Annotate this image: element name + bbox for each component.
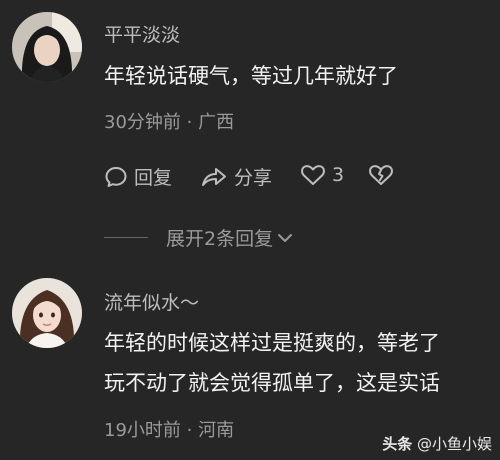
watermark-account: @小鱼小娱 (416, 435, 492, 453)
comment-text: 年轻说话硬气，等过几年就好了 (104, 64, 398, 88)
watermark: 头条 @小鱼小娱 (382, 433, 492, 454)
username[interactable]: 平平淡淡 (104, 20, 180, 47)
user-avatar-photo-icon (12, 12, 82, 82)
reply-button[interactable]: 回复 (104, 163, 172, 190)
share-button[interactable]: 分享 (200, 163, 272, 190)
reply-label: 回复 (134, 167, 173, 189)
expand-replies-button[interactable]: 展开2条回复 (104, 224, 293, 251)
avatar[interactable] (12, 278, 82, 348)
chevron-down-icon (278, 233, 293, 242)
comment-text-line-1: 年轻的时候这样过是挺爽的，等老了 (104, 331, 440, 355)
like-button[interactable]: 3 (300, 163, 344, 187)
avatar[interactable] (12, 12, 82, 82)
comment-time-location: 19小时前 · 河南 (104, 420, 235, 441)
like-count: 3 (332, 164, 345, 186)
broken-heart-icon (369, 165, 393, 185)
share-arrow-icon (202, 167, 226, 186)
user-avatar-photo-icon (12, 278, 82, 348)
watermark-logo: 头条 (382, 435, 413, 453)
comment-text-line-2: 玩不动了就会觉得孤单了，这是实话 (104, 371, 440, 395)
comment-bubble-icon (105, 166, 127, 187)
divider-line (104, 237, 148, 238)
share-label: 分享 (234, 167, 273, 189)
dislike-button[interactable] (368, 163, 400, 187)
heart-icon (301, 165, 325, 185)
comment-time-location: 30分钟前 · 广西 (104, 112, 235, 133)
expand-replies-label: 展开2条回复 (166, 228, 274, 250)
username[interactable]: 流年似水～ (104, 288, 199, 315)
